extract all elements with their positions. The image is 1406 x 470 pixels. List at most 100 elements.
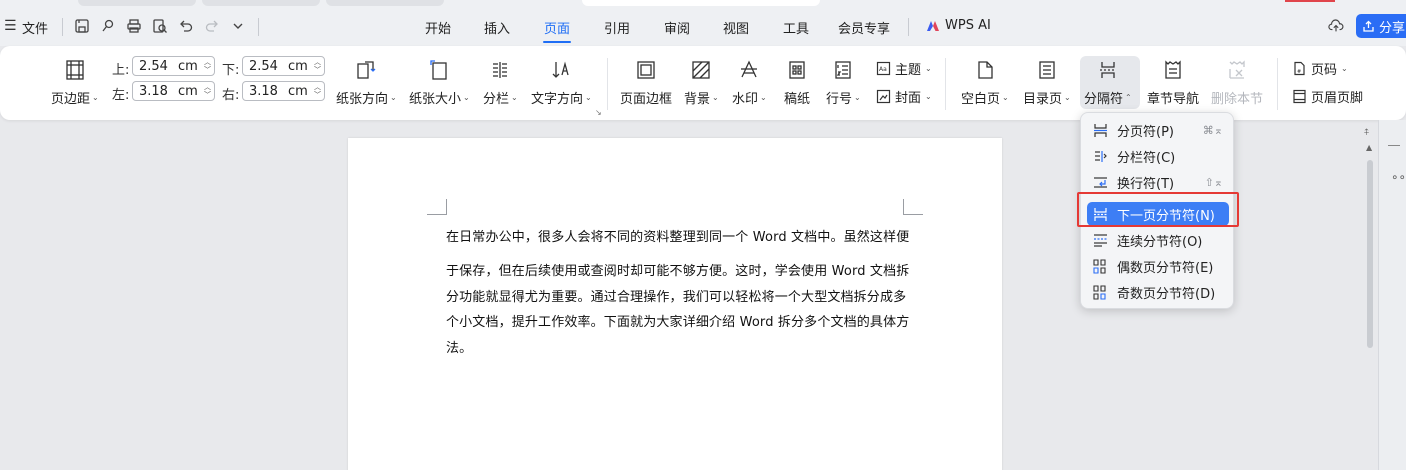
menu-bar: ☰ 文件 开始 插入 页面 引用 审阅 视图 工具 会员专享 WPS AI 分享 [0,8,1406,46]
theme-label: 主题 [895,63,922,78]
tab-tools[interactable]: 工具 [783,18,809,37]
document-line[interactable]: 法。 [446,337,472,356]
page-border-button[interactable]: 页面边框 [620,58,672,107]
undo-icon[interactable] [177,17,195,35]
right-margin-input[interactable]: 3.18 cm ︿ ﹀ [242,81,325,101]
document-line[interactable]: 个小文档，提升工作效率。下面就为大家详细介绍 Word 拆分多个文档的具体方 [446,311,909,330]
highlight-annotation-box [1077,192,1239,227]
header-footer-label: 页眉页脚 [1311,91,1364,106]
column-break-item[interactable]: 分栏符(C) [1087,144,1229,168]
margins-button[interactable]: 页边距 ⌄ [51,58,99,107]
continuous-section-break-label: 连续分节符(O) [1117,234,1203,250]
odd-page-section-break-icon [1091,283,1109,301]
unit-label: cm [287,83,308,99]
tab-references[interactable]: 引用 [604,18,630,37]
bottom-margin-input[interactable]: 2.54 cm ︿ ﹀ [242,56,325,76]
cover-button[interactable]: 封面 ⌄ [875,87,932,106]
document-line[interactable]: 分功能就显得尤为重要。通过合理操作，我们可以轻松将一个大型文档拆分成多 [446,286,906,305]
paper-size-button[interactable]: 纸张大小 ⌄ [409,58,470,107]
line-number-button[interactable]: 行号 ⌄ [826,58,861,107]
column-break-icon [1091,147,1109,165]
chevron-down-icon: ⌄ [585,93,592,102]
window-top-strip [0,0,1406,8]
unit-label: cm [177,58,198,74]
theme-button[interactable]: Aa 主题 ⌄ [875,59,932,78]
manuscript-button[interactable]: 稿纸 [784,58,810,107]
header-footer-button[interactable]: 页眉页脚 [1291,87,1363,106]
toc-page-icon [1035,58,1059,82]
paper-size-label: 纸张大小 [409,92,462,107]
text-direction-button[interactable]: 文字方向 ⌄ [531,58,592,107]
scroll-to-top-icon[interactable]: ⍏ [1364,128,1369,138]
doc-tab-active[interactable] [582,0,820,6]
more-icon[interactable]: ∘∘∘ [1391,170,1406,184]
page-number-button[interactable]: # 页码 ⌄ [1291,59,1348,78]
chevron-down-icon: ⌄ [92,93,99,102]
columns-label: 分栏 [483,92,510,107]
watermark-button[interactable]: 水印 ⌄ [732,58,767,107]
redo-icon[interactable] [203,17,221,35]
left-margin-input[interactable]: 3.18 cm ︿ ﹀ [132,81,215,101]
vertical-scrollbar[interactable] [1367,160,1373,348]
margins-label: 页边距 [51,92,91,107]
stepper-icon[interactable]: ︿ ﹀ [204,58,211,74]
theme-icon: Aa [875,61,891,77]
file-menu[interactable]: 文件 [22,18,48,37]
chapter-nav-icon [1161,58,1185,82]
line-number-label: 行号 [826,92,853,107]
top-margin-input[interactable]: 2.54 cm ︿ ﹀ [132,56,215,76]
even-page-section-break-icon [1091,257,1109,275]
tab-view[interactable]: 视图 [723,18,749,37]
page-break-icon [1091,121,1109,139]
orientation-button[interactable]: 纸张方向 ⌄ [336,58,397,107]
menu-icon[interactable]: ☰ [4,18,17,34]
tab-page[interactable]: 页面 [544,18,570,37]
delete-section-label: 删除本节 [1211,92,1264,107]
save-icon[interactable] [73,17,91,35]
stepper-icon[interactable]: ︿ ﹀ [204,83,211,99]
tab-review[interactable]: 审阅 [664,18,690,37]
doc-tab-3[interactable] [326,0,444,6]
odd-page-section-break-item[interactable]: 奇数页分节符(D) [1087,280,1229,304]
cloud-upload-icon[interactable] [1327,17,1345,35]
page-break-item[interactable]: 分页符(P) ⌘⌅ [1087,118,1229,142]
divider [62,18,63,36]
header-footer-icon [1291,89,1307,105]
blank-page-button[interactable]: 空白页 ⌄ [961,58,1009,107]
line-break-item[interactable]: 换行符(T) ⇧⌅ [1087,170,1229,194]
tab-member[interactable]: 会员专享 [838,18,890,37]
continuous-section-break-item[interactable]: 连续分节符(O) [1087,228,1229,252]
continuous-section-break-icon [1091,231,1109,249]
line-break-shortcut: ⇧⌅ [1204,175,1223,189]
background-button[interactable]: 背景 ⌄ [684,58,719,107]
toc-page-button[interactable]: 目录页 ⌄ [1023,58,1071,107]
even-page-section-break-item[interactable]: 偶数页分节符(E) [1087,254,1229,278]
tab-home[interactable]: 开始 [425,18,451,37]
wps-ai-button[interactable]: WPS AI [926,18,991,33]
print-preview-icon[interactable] [151,17,169,35]
print-icon[interactable] [125,17,143,35]
delete-section-button[interactable]: 删除本节 [1211,58,1263,107]
document-line[interactable]: 于保存，但在后续使用或查阅时却可能不够方便。这时，学会使用 Word 文档拆 [446,260,909,279]
chevron-down-icon[interactable] [229,17,247,35]
stepper-icon[interactable]: ︿ ﹀ [314,83,321,99]
columns-button[interactable]: 分栏 ⌄ [483,58,518,107]
chevron-down-icon: ⌄ [511,93,518,102]
doc-tab-1[interactable] [78,0,196,6]
manuscript-label: 稿纸 [784,92,811,107]
chapter-nav-button[interactable]: 章节导航 [1147,58,1199,107]
collapse-icon[interactable] [1388,145,1400,146]
break-button[interactable]: 分隔符 ⌃ [1084,58,1132,107]
doc-tab-2[interactable] [202,0,320,6]
ribbon-divider [945,58,946,110]
text-direction-label: 文字方向 [531,92,584,107]
crop-mark-top-left [427,199,447,215]
scroll-up-icon[interactable]: ▲ [1366,143,1372,152]
share-button[interactable]: 分享 [1356,14,1406,38]
format-painter-icon[interactable] [99,17,117,35]
document-line[interactable]: 在日常办公中，很多人会将不同的资料整理到同一个 Word 文档中。虽然这样便 [446,226,909,245]
watermark-icon [737,58,761,82]
dialog-launcher-icon[interactable]: ↘ [595,108,602,117]
tab-insert[interactable]: 插入 [484,18,510,37]
stepper-icon[interactable]: ︿ ﹀ [314,58,321,74]
